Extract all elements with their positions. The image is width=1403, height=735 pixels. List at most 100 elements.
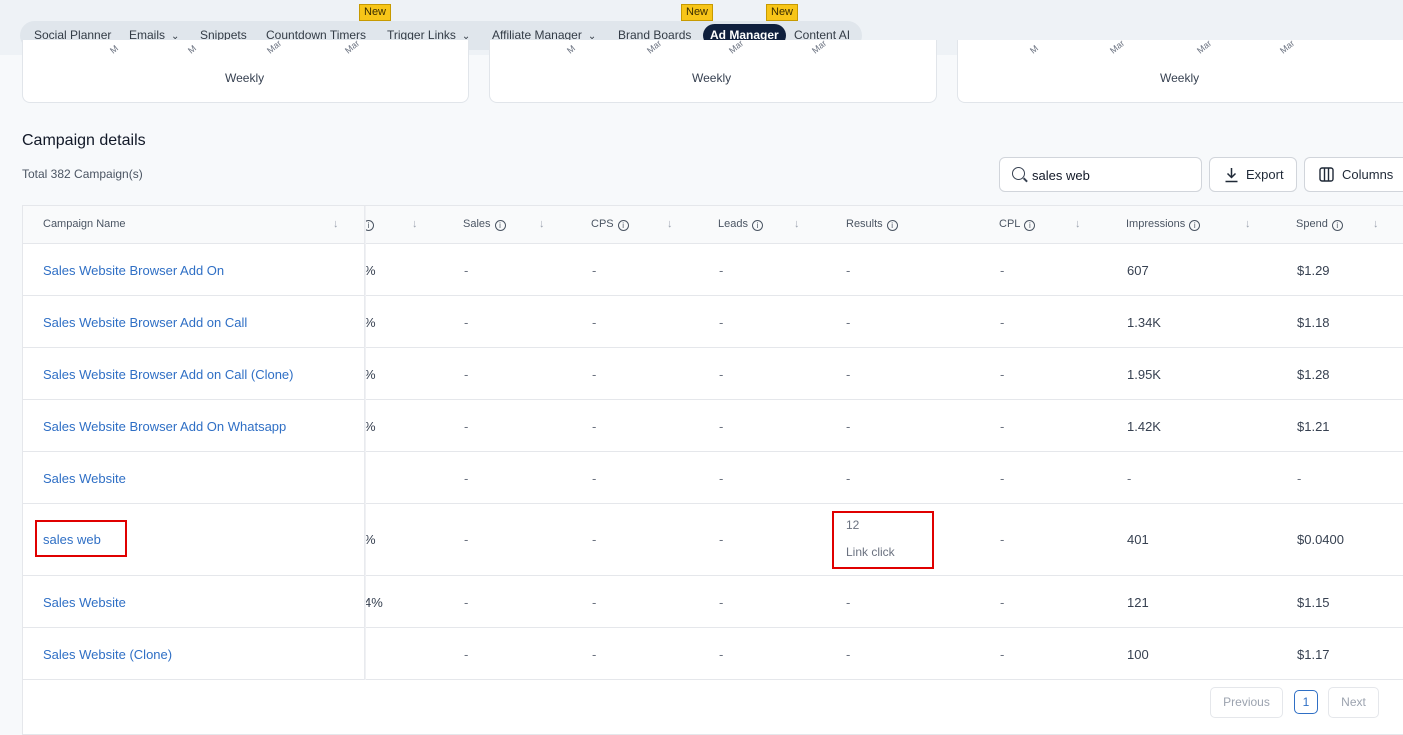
chart-period-label: Weekly xyxy=(225,71,265,85)
campaign-name-link[interactable]: Sales Website Browser Add on Call xyxy=(43,315,247,330)
export-button[interactable]: Export xyxy=(1209,157,1297,192)
table-row: Sales Website (Clone) - - - - - 100 $1.1… xyxy=(23,628,1403,680)
tick-label: Mar xyxy=(343,38,362,56)
sort-arrow-icon[interactable]: ↓ xyxy=(1373,218,1379,230)
search-input[interactable] xyxy=(1032,166,1192,184)
info-icon: i xyxy=(751,220,763,231)
table-row: Sales Website Browser Add On Whatsapp % … xyxy=(23,400,1403,452)
chart-card-3: M Mar Mar Mar Weekly xyxy=(957,38,1403,103)
sort-arrow-icon[interactable]: ↓ xyxy=(539,218,545,230)
search-icon xyxy=(1012,167,1025,180)
cpl-cell: - xyxy=(1000,532,1005,547)
impressions-cell: 121 xyxy=(1127,595,1149,610)
header-leads[interactable]: Leads i xyxy=(718,218,763,231)
sort-arrow-icon[interactable]: ↓ xyxy=(333,218,339,230)
table-row: Sales Website - - - - - - - xyxy=(23,452,1403,504)
cps-cell: - xyxy=(592,367,597,382)
highlight-box-results xyxy=(832,511,934,569)
table-row: Sales Website Browser Add on Call % - - … xyxy=(23,296,1403,348)
percent-cell: 4% xyxy=(364,595,383,610)
sort-arrow-icon[interactable]: ↓ xyxy=(1245,218,1251,230)
campaign-name-link[interactable]: Sales Website (Clone) xyxy=(43,647,172,662)
sort-arrow-icon[interactable]: ↓ xyxy=(794,218,800,230)
campaign-table: Campaign Name ↓ i ↓ Sales i ↓ CPS i ↓ Lead… xyxy=(22,205,1403,735)
results-cell: - xyxy=(846,419,851,434)
spend-cell: $1.18 xyxy=(1297,315,1330,330)
campaign-name-link[interactable]: Sales Website xyxy=(43,595,126,610)
sales-cell: - xyxy=(464,367,469,382)
cps-cell: - xyxy=(592,647,597,662)
cpl-cell: - xyxy=(1000,595,1005,610)
cpl-cell: - xyxy=(1000,647,1005,662)
impressions-cell: 1.95K xyxy=(1127,367,1161,382)
cpl-cell: - xyxy=(1000,315,1005,330)
spend-cell: $0.0400 xyxy=(1297,532,1344,547)
info-icon: i xyxy=(1024,220,1036,231)
tick-label: Mar xyxy=(265,38,284,56)
leads-cell: - xyxy=(719,595,724,610)
sales-cell: - xyxy=(464,315,469,330)
header-spend[interactable]: Spend i xyxy=(1296,218,1343,231)
chart-card-2: M Mar Mar Mar Weekly xyxy=(489,38,937,103)
section-title: Campaign details xyxy=(22,132,146,149)
cps-cell: - xyxy=(592,595,597,610)
spend-cell: $1.28 xyxy=(1297,367,1330,382)
header-label: Spend xyxy=(1296,218,1328,230)
search-box[interactable] xyxy=(999,157,1202,192)
sales-cell: - xyxy=(464,471,469,486)
leads-cell: - xyxy=(719,367,724,382)
previous-page-button[interactable]: Previous xyxy=(1210,687,1283,718)
campaign-name-link[interactable]: Sales Website Browser Add on Call (Clone… xyxy=(43,367,294,382)
table-header: Campaign Name ↓ i ↓ Sales i ↓ CPS i ↓ Lead… xyxy=(23,206,1403,244)
header-label: Results xyxy=(846,218,883,230)
header-label: CPS xyxy=(591,218,614,230)
campaign-total-count: Total 382 Campaign(s) xyxy=(22,167,143,181)
leads-cell: - xyxy=(719,419,724,434)
tick-label: M xyxy=(1028,43,1041,56)
campaign-name-link[interactable]: Sales Website Browser Add On xyxy=(43,263,224,278)
table-row: Sales Website 4% - - - - - 121 $1.15 xyxy=(23,576,1403,628)
header-cps[interactable]: CPS i xyxy=(591,218,629,231)
results-cell: - xyxy=(846,471,851,486)
info-icon: i xyxy=(494,220,506,231)
tick-label: Mar xyxy=(810,38,829,56)
sales-cell: - xyxy=(464,647,469,662)
leads-cell: - xyxy=(719,647,724,662)
header-results[interactable]: Results i xyxy=(846,218,898,231)
header-cpl[interactable]: CPL i xyxy=(999,218,1036,231)
sort-arrow-icon[interactable]: ↓ xyxy=(412,218,418,230)
chart-period-label: Weekly xyxy=(1160,71,1200,85)
cps-cell: - xyxy=(592,315,597,330)
results-cell: - xyxy=(846,647,851,662)
header-impressions[interactable]: Impressions i xyxy=(1126,218,1201,231)
cps-cell: - xyxy=(592,419,597,434)
frozen-column-divider xyxy=(364,206,366,680)
results-cell: - xyxy=(846,595,851,610)
tick-label: Mar xyxy=(1108,38,1127,56)
impressions-cell: 1.42K xyxy=(1127,419,1161,434)
new-badge: New xyxy=(681,4,714,21)
header-label: Leads xyxy=(718,218,748,230)
spend-cell: $1.29 xyxy=(1297,263,1330,278)
columns-button[interactable]: Columns xyxy=(1304,157,1403,192)
cps-cell: - xyxy=(592,532,597,547)
campaign-name-link[interactable]: Sales Website Browser Add On Whatsapp xyxy=(43,419,286,434)
spend-cell: $1.17 xyxy=(1297,647,1330,662)
tick-label: Mar xyxy=(1195,38,1214,56)
table-row: sales web % - - - 12 Link click - 401 $0… xyxy=(23,504,1403,576)
sort-arrow-icon[interactable]: ↓ xyxy=(1075,218,1081,230)
tick-label: M xyxy=(186,43,199,56)
sort-arrow-icon[interactable]: ↓ xyxy=(667,218,673,230)
leads-cell: - xyxy=(719,471,724,486)
new-badge: New xyxy=(766,4,799,21)
impressions-cell: 401 xyxy=(1127,532,1149,547)
impressions-cell: 100 xyxy=(1127,647,1149,662)
next-page-button[interactable]: Next xyxy=(1328,687,1379,718)
info-icon: i xyxy=(617,220,629,231)
header-campaign-name[interactable]: Campaign Name xyxy=(43,218,126,230)
info-icon: i xyxy=(1189,220,1201,231)
cpl-cell: - xyxy=(1000,471,1005,486)
campaign-name-link[interactable]: Sales Website xyxy=(43,471,126,486)
page-number-button[interactable]: 1 xyxy=(1294,690,1318,714)
header-sales[interactable]: Sales i xyxy=(463,218,506,231)
